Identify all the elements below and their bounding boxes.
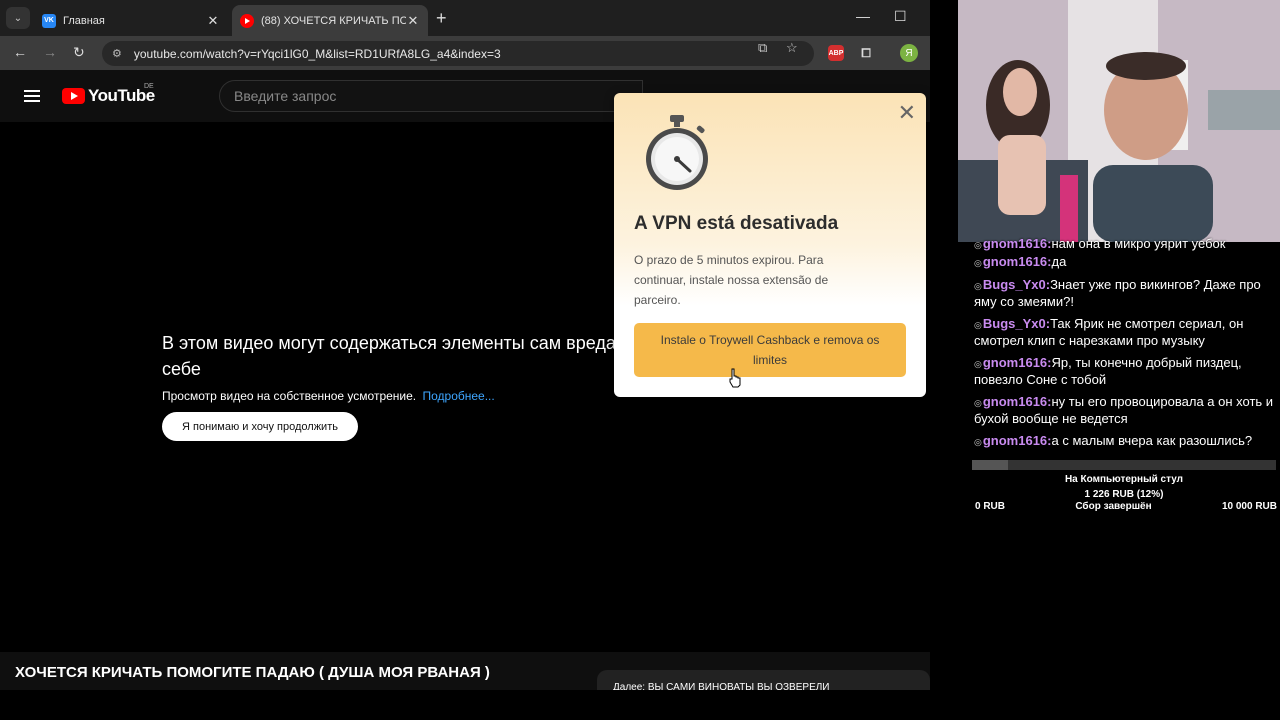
donation-goal-min: 0 RUB [975, 501, 1006, 512]
badge-icon: ◎ [974, 281, 982, 291]
donation-goal-status: Сбор завершён [1075, 501, 1152, 512]
close-icon[interactable]: ✕ [206, 13, 220, 29]
bookmark-star-icon[interactable]: ☆ [786, 40, 798, 56]
youtube-play-icon [62, 88, 85, 104]
close-icon[interactable]: ✕ [898, 102, 916, 124]
vpn-title: A VPN está desativada [634, 213, 839, 234]
donation-progress-bar [972, 460, 1276, 470]
stream-chat: ◎gnom1616:нам она в микро уярит уебок ◎g… [972, 236, 1276, 453]
tab-youtube[interactable]: (88) ХОЧЕТСЯ КРИЧАТЬ ПОМОГ ✕ [232, 5, 428, 36]
search-input[interactable] [234, 88, 642, 104]
tab-bar: ⌄ VK Главная ✕ (88) ХОЧЕТСЯ КРИЧАТЬ ПОМО… [0, 0, 930, 36]
content-warning-subtitle: Просмотр видео на собственное усмотрение… [162, 389, 495, 403]
new-tab-button[interactable]: + [436, 8, 447, 29]
chat-message: ◎gnom1616:да [972, 251, 1276, 274]
badge-icon: ◎ [974, 437, 982, 447]
region-code: DE [144, 83, 154, 90]
chat-message: ◎gnom1616:ну ты его провоцировала а он х… [972, 391, 1276, 430]
donation-goal-title: На Компьютерный стул [1064, 474, 1184, 485]
tab-search-chevron-icon[interactable]: ⌄ [6, 7, 30, 29]
up-next-card[interactable]: Далее: ВЫ САМИ ВИНОВАТЫ ВЫ ОЗВЕРЕЛИ [597, 670, 930, 690]
chat-text: а с малым вчера как разошлись? [1051, 433, 1253, 448]
chat-text: нам она в микро уярит уебок [1051, 236, 1226, 251]
chat-message: ◎Bugs_Yx0:Так Ярик не смотрел сериал, он… [972, 313, 1276, 352]
badge-icon: ◎ [974, 398, 982, 408]
vk-icon: VK [42, 13, 56, 28]
reload-icon[interactable]: ↻ [73, 44, 85, 61]
youtube-icon [240, 13, 254, 28]
content-warning-title: В этом видео могут содержаться элементы … [162, 333, 616, 379]
chat-username: gnom1616: [982, 236, 1052, 251]
hand-cursor-icon [729, 368, 741, 388]
chat-message: ◎gnom1616:а с малым вчера как разошлись? [972, 430, 1276, 453]
install-app-icon[interactable]: ⧉ [758, 40, 767, 56]
adblock-extension-icon[interactable]: ABP [828, 45, 844, 61]
chat-username: gnom1616: [982, 254, 1052, 269]
donation-goal-amount: 1 226 RUB (12%) [1084, 489, 1164, 500]
continue-button[interactable]: Я понимаю и хочу продолжить [162, 412, 358, 441]
chat-username: gnom1616: [982, 394, 1052, 409]
webcam-feed [958, 0, 1280, 242]
badge-icon: ◎ [974, 258, 982, 268]
search-box [219, 80, 643, 112]
address-url: youtube.com/watch?v=rYqci1lG0_M&list=RD1… [133, 46, 501, 61]
profile-avatar[interactable]: Я [900, 44, 918, 62]
tab-title: Главная [63, 14, 105, 27]
menu-icon[interactable] [24, 90, 40, 102]
stopwatch-icon [646, 115, 708, 190]
back-arrow-icon[interactable]: ← [13, 44, 27, 60]
webcam-image [958, 0, 1280, 242]
badge-icon: ◎ [974, 240, 982, 250]
badge-icon: ◎ [974, 320, 982, 330]
chat-username: gnom1616: [982, 433, 1052, 448]
donation-goal-max: 10 000 RUB [1221, 501, 1277, 512]
badge-icon: ◎ [974, 359, 982, 369]
vpn-popup: ✕ A VPN está desativada O prazo de 5 min… [614, 93, 926, 397]
youtube-logo[interactable]: YouTube DE [62, 83, 155, 106]
extensions-puzzle-icon[interactable]: ⧠ [858, 45, 874, 61]
learn-more-link[interactable]: Подробнее... [422, 389, 494, 403]
tab-vk[interactable]: VK Главная ✕ [34, 5, 228, 36]
site-settings-icon[interactable]: ⚙ [112, 47, 122, 60]
chat-username: Bugs_Yx0: [982, 316, 1051, 331]
forward-arrow-icon[interactable]: → [43, 44, 57, 60]
close-icon[interactable]: ✕ [406, 13, 420, 29]
install-extension-button[interactable]: Instale o Troywell Cashback e remova os … [634, 323, 906, 377]
chat-text: да [1051, 254, 1067, 269]
chat-message: ◎Bugs_Yx0:Знает уже про викингов? Даже п… [972, 274, 1276, 313]
tab-title: (88) ХОЧЕТСЯ КРИЧАТЬ ПОМОГ [261, 14, 406, 27]
vpn-message: O prazo de 5 minutos expirou. Para conti… [634, 253, 829, 307]
chat-message: ◎gnom1616:нам она в микро уярит уебок [972, 236, 1276, 251]
browser-toolbar: ← → ↻ ⚙ youtube.com/watch?v=rYqci1lG0_M&… [0, 36, 930, 70]
minimize-icon[interactable]: — [856, 8, 870, 24]
chat-username: Bugs_Yx0: [982, 277, 1051, 292]
chat-username: gnom1616: [982, 355, 1052, 370]
chat-message: ◎gnom1616:Яр, ты конечно добрый пиздец, … [972, 352, 1276, 391]
warning-text: Просмотр видео на собственное усмотрение… [162, 389, 417, 403]
video-title: ХОЧЕТСЯ КРИЧАТЬ ПОМОГИТЕ ПАДАЮ ( ДУША МО… [15, 664, 490, 681]
donation-goal-scale: 0 RUB Сбор завершён 10 000 RUB [975, 501, 1277, 512]
maximize-icon[interactable]: ☐ [894, 8, 907, 25]
donation-progress-fill [972, 460, 1009, 470]
address-bar[interactable]: ⚙ youtube.com/watch?v=rYqci1lG0_M&list=R… [102, 41, 814, 66]
